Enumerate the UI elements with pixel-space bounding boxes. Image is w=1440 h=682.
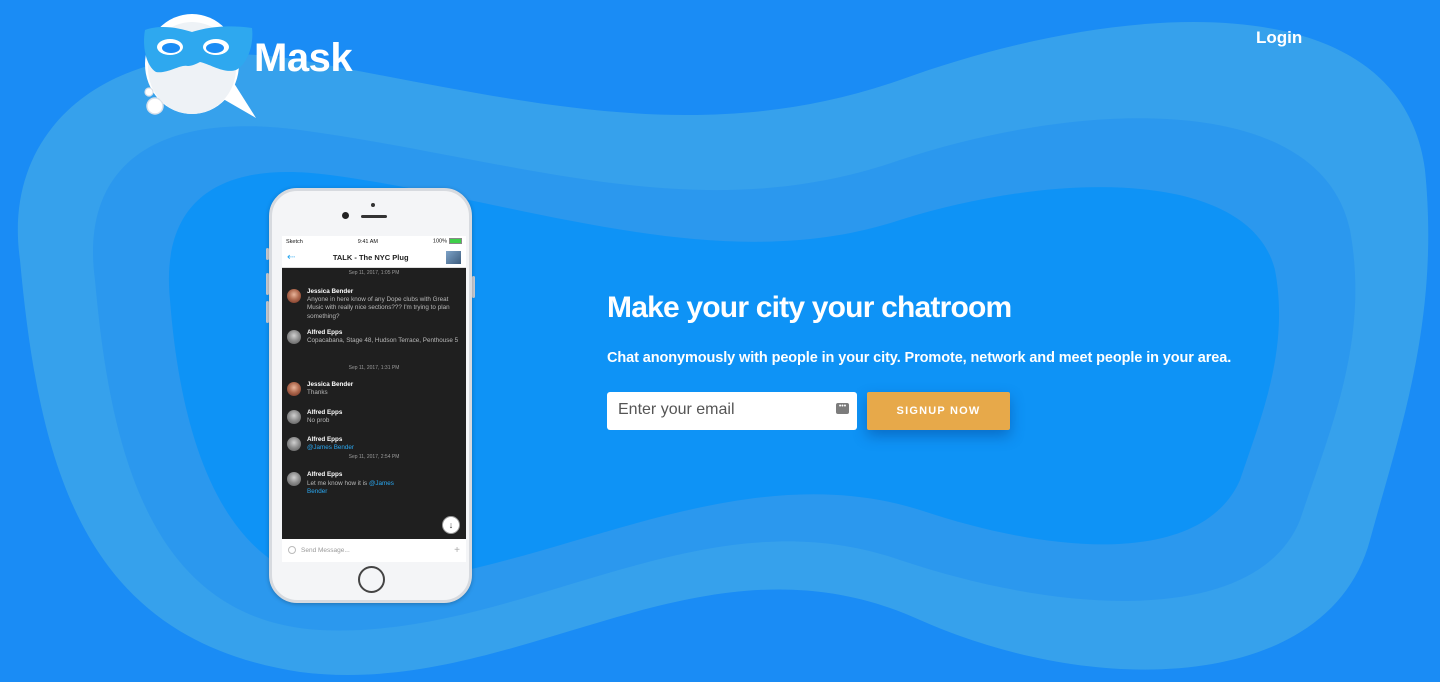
plus-icon[interactable]: + xyxy=(454,545,460,556)
hero-headline: Make your city your chatroom xyxy=(607,291,1012,324)
phone-side-button xyxy=(472,276,475,298)
message-text: Let me know how it is @James Bender xyxy=(307,479,394,495)
hero-subtext: Chat anonymously with people in your cit… xyxy=(607,350,1232,366)
avatar xyxy=(287,289,301,303)
email-input[interactable]: Enter your email ••• xyxy=(607,392,857,430)
chat-message: Alfred Epps Let me know how it is @James… xyxy=(287,471,461,496)
email-placeholder: Enter your email xyxy=(618,401,735,418)
avatar xyxy=(287,329,301,344)
phone-home-button xyxy=(358,566,385,593)
phone-camera xyxy=(342,212,349,219)
message-author: Alfred Epps xyxy=(307,436,343,444)
message-mention[interactable]: @James Bender xyxy=(307,444,354,452)
chat-navbar: ⇠ TALK - The NYC Plug xyxy=(282,247,466,268)
scroll-down-icon[interactable]: ↓ xyxy=(442,516,460,534)
message-author: Alfred Epps xyxy=(307,471,343,479)
status-battery: 100% xyxy=(433,238,462,245)
avatar xyxy=(287,472,301,487)
message-text: Thanks xyxy=(307,389,328,397)
message-author: Alfred Epps xyxy=(307,328,343,336)
status-time: 9:41 AM xyxy=(357,238,378,245)
emoji-icon[interactable] xyxy=(288,546,296,554)
chat-thumbnail[interactable] xyxy=(446,250,461,264)
chat-title: TALK - The NYC Plug xyxy=(332,252,409,262)
signup-button[interactable]: SIGNUP NOW xyxy=(867,392,1010,430)
phone-screen: Sketch 9:41 AM 100% ⇠ TALK - The NYC Plu… xyxy=(282,236,466,562)
chat-message: Jessica Bender Anyone in here know of an… xyxy=(287,288,461,321)
message-author: Alfred Epps xyxy=(307,408,343,416)
chat-message: Jessica Bender Thanks xyxy=(287,381,461,397)
back-arrow-icon[interactable]: ⇠ xyxy=(287,252,295,263)
avatar xyxy=(287,409,301,424)
chat-message: Alfred Epps Copacabana, Stage 48, Hudson… xyxy=(287,329,461,345)
phone-body: Sketch 9:41 AM 100% ⇠ TALK - The NYC Plu… xyxy=(269,188,472,603)
message-input[interactable]: Send Message... + xyxy=(282,539,466,561)
message-text: Copacabana, Stage 48, Hudson Terrace, Pe… xyxy=(307,337,459,345)
phone-status-bar: Sketch 9:41 AM 100% xyxy=(282,236,466,247)
autofill-icon[interactable]: ••• xyxy=(836,403,849,414)
brand-logo[interactable]: Mask xyxy=(140,6,353,118)
signup-form: Enter your email ••• SIGNUP NOW xyxy=(607,392,1010,430)
chat-date: Sep 11, 2017, 2:54 PM xyxy=(348,454,400,461)
message-author: Jessica Bender xyxy=(307,288,354,295)
mask-logo-icon xyxy=(140,6,256,118)
message-text: No prob xyxy=(307,416,330,424)
chat-messages: Sep 11, 2017, 1:05 PM Jessica Bender Any… xyxy=(282,268,466,539)
chat-date: Sep 11, 2017, 1:05 PM xyxy=(348,270,400,276)
avatar xyxy=(287,437,301,452)
phone-speaker xyxy=(361,215,387,218)
avatar xyxy=(287,382,301,397)
chat-message: Alfred Epps No prob xyxy=(287,409,461,425)
chat-message: Alfred Epps @James Bender xyxy=(287,436,461,452)
brand-name: Mask xyxy=(254,35,353,80)
message-author: Jessica Bender xyxy=(307,381,354,389)
chat-date: Sep 11, 2017, 1:31 PM xyxy=(348,365,400,372)
battery-icon xyxy=(449,238,462,245)
message-input-placeholder: Send Message... xyxy=(301,546,350,554)
login-link[interactable]: Login xyxy=(1256,28,1302,48)
phone-sensor xyxy=(371,203,375,207)
phone-mockup: Sketch 9:41 AM 100% ⇠ TALK - The NYC Plu… xyxy=(266,188,475,603)
message-text: Anyone in here know of any Dope clubs wi… xyxy=(307,296,450,320)
hero-section: Make your city your chatroom Chat anonym… xyxy=(607,291,1231,366)
status-carrier: Sketch xyxy=(286,238,303,245)
